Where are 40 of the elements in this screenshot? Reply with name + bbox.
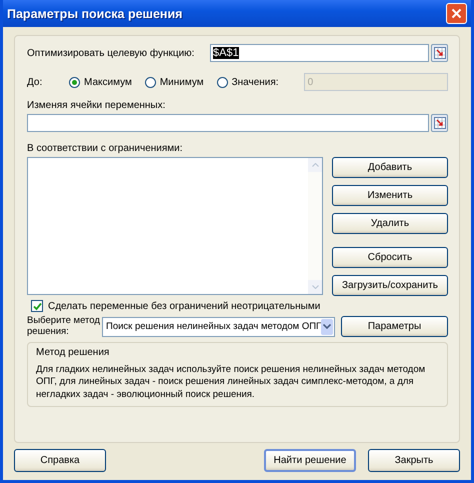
field-label: Оптимизировать целевую функцию: [27,48,196,58]
checkmark-icon [32,302,42,310]
radio-option[interactable]: Минимум [144,76,204,88]
radio-option[interactable]: Максимум [69,76,132,88]
action-button[interactable]: Добавить [332,157,448,178]
action-button[interactable]: Сбросить [332,247,448,268]
chevron-down-icon [312,285,318,289]
field-label: Выберите метод решения: [27,316,101,337]
chevron-down-icon [323,324,332,329]
radio-button[interactable] [144,76,156,88]
radio-button[interactable] [69,76,80,88]
range-select-button[interactable] [431,114,448,132]
method-description: Для гладких нелинейных задач используйте поиск решения нелинейных задач методом ОПГ, для линейных задач - поиск решения линейных задач симплекс-методом, а для негладких задач - эволюционный поиск решения. [36,364,426,402]
range-select-button[interactable] [431,44,448,62]
input-field[interactable]: $A$1 [210,44,429,62]
input-field[interactable] [27,114,429,132]
method-dropdown[interactable]: Поиск решения нелинейных задач методом ОПГ [102,316,336,336]
grid-arrow-icon [434,117,446,129]
field-label: До: [27,76,44,88]
constraints-list[interactable] [27,157,323,295]
dialog-button[interactable]: Закрыть [368,449,460,472]
dialog-button[interactable]: Справка [14,449,106,472]
checkbox-option[interactable]: Сделать переменные без ограничений неотрицательными [31,300,448,312]
close-icon [451,8,462,19]
radio-option[interactable]: Значения: [216,76,279,88]
field-value: $A$1 [213,47,239,59]
dialog-button[interactable]: Найти решение [264,449,356,472]
window-title: Параметры поиска решения [7,6,182,20]
action-button[interactable]: Удалить [332,213,448,234]
radio-button[interactable] [216,76,228,88]
chevron-up-icon [312,163,318,167]
group-title: Метод решения [36,347,110,358]
field-label: В соответствии с ограничениями: [27,143,184,154]
grid-arrow-icon [434,47,446,59]
checkbox[interactable] [31,300,43,312]
close-button[interactable] [446,3,467,24]
action-button[interactable]: Загрузить/сохранить [332,275,448,296]
action-button[interactable]: Изменить [332,185,448,206]
options-button[interactable]: Параметры [341,316,448,337]
field-label: Изменяя ячейки переменных: [27,100,166,111]
